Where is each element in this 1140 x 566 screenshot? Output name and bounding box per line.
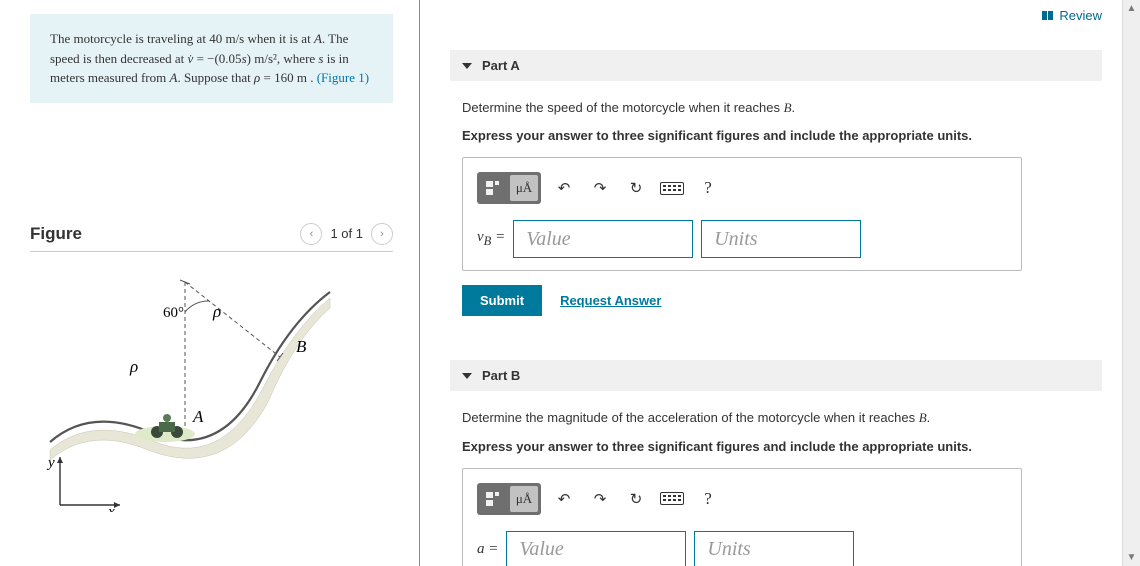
figure-heading: Figure [30,224,300,244]
figure-point-b: B [296,337,307,356]
part-a-answer-area: μÅ ↶ ↷ ↻ ? vB = Value Units [462,157,1022,271]
part-a-header[interactable]: Part A [450,50,1102,81]
part-b-question: Determine the magnitude of the accelerat… [462,409,1092,427]
part-a-question: Determine the speed of the motorcycle wh… [462,99,1092,117]
review-icon [1042,11,1053,20]
collapse-icon [462,63,472,69]
part-b-header[interactable]: Part B [450,360,1102,391]
figure-image: 60° ρ ρ A B x y [30,262,360,522]
figure-ref-link[interactable]: (Figure 1) [317,70,369,85]
part-a-request-answer-link[interactable]: Request Answer [560,293,661,308]
keyboard-button[interactable] [659,177,685,199]
keyboard-button[interactable] [659,488,685,510]
redo-button[interactable]: ↷ [587,177,613,199]
help-button[interactable]: ? [695,177,721,199]
part-b-instructions: Express your answer to three significant… [462,438,1092,456]
part-a-units-input[interactable]: Units [701,220,861,258]
symbols-button[interactable]: μÅ [510,486,538,512]
figure-prev-button[interactable]: ‹ [300,223,322,245]
templates-button[interactable] [480,175,508,201]
reset-button[interactable]: ↻ [623,488,649,510]
collapse-icon [462,373,472,379]
figure-rho-left: ρ [129,357,138,376]
review-link[interactable]: Review [1042,8,1102,23]
undo-button[interactable]: ↶ [551,488,577,510]
figure-point-a: A [192,407,204,426]
part-b-value-input[interactable]: Value [506,531,686,566]
templates-button[interactable] [480,486,508,512]
part-a-submit-button[interactable]: Submit [462,285,542,316]
figure-next-button[interactable]: › [371,223,393,245]
symbols-button[interactable]: μÅ [510,175,538,201]
page-scrollbar[interactable]: ▲ ▼ [1122,0,1140,566]
figure-angle-label: 60° [163,305,184,321]
help-button[interactable]: ? [695,488,721,510]
part-b-answer-area: μÅ ↶ ↷ ↻ ? a = Value Units [462,468,1022,566]
redo-button[interactable]: ↷ [587,488,613,510]
scroll-down-icon: ▼ [1123,549,1140,566]
figure-y-axis: y [46,455,55,471]
part-a-lhs: vB = [477,229,505,249]
part-b-lhs: a = [477,541,498,558]
figure-rho-right: ρ [212,302,221,321]
undo-button[interactable]: ↶ [551,177,577,199]
scroll-up-icon: ▲ [1123,0,1140,17]
figure-x-axis: x [107,504,115,512]
part-a-instructions: Express your answer to three significant… [462,127,1092,145]
problem-statement: The motorcycle is traveling at 40 m/s wh… [30,14,393,103]
part-b-units-input[interactable]: Units [694,531,854,566]
figure-pager-text: 1 of 1 [330,226,363,241]
reset-button[interactable]: ↻ [623,177,649,199]
part-a-value-input[interactable]: Value [513,220,693,258]
